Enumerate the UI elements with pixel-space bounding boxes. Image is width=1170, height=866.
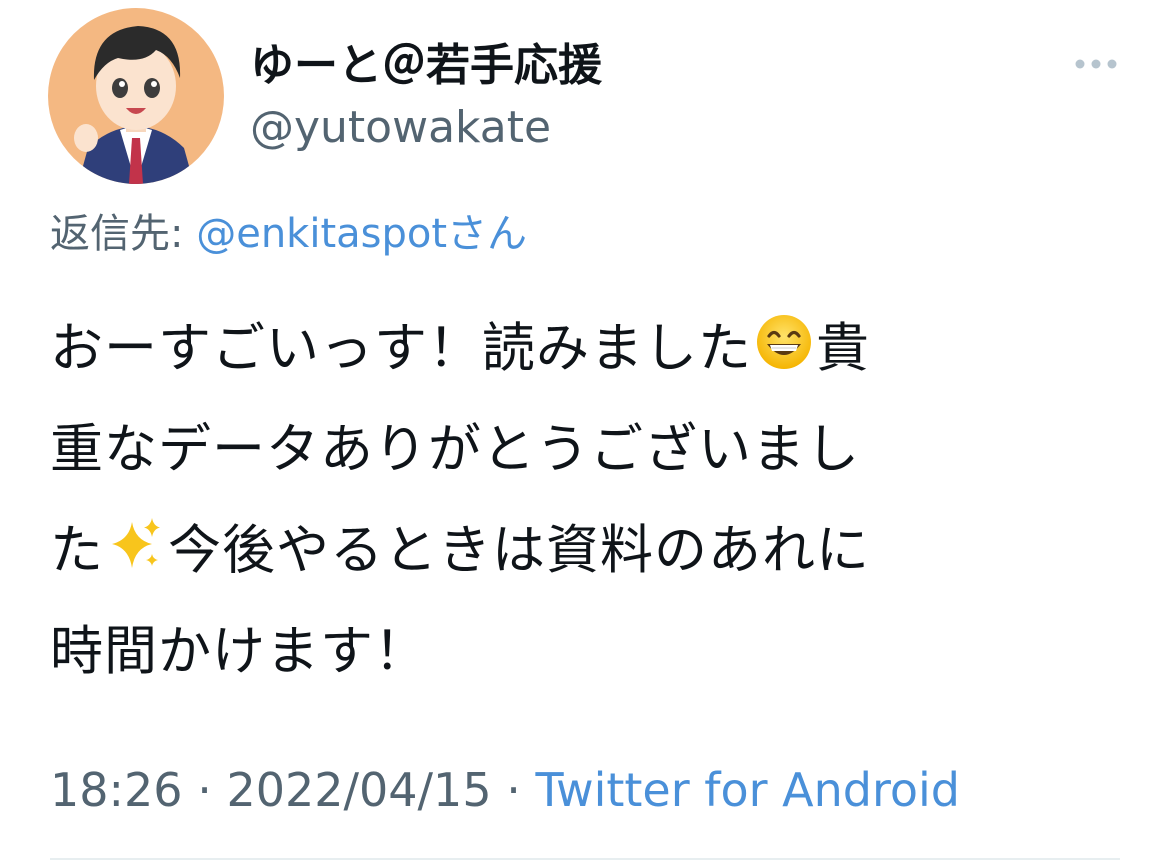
reply-context: 返信先: @enkitaspotさん bbox=[50, 206, 527, 262]
tweet-source-link[interactable]: Twitter for Android bbox=[535, 763, 960, 817]
reply-mention: @enkitaspot bbox=[196, 211, 448, 257]
tweet-text-segment: た bbox=[50, 520, 104, 581]
sparkles-icon bbox=[106, 514, 166, 574]
tweet-date[interactable]: 2022/04/15 bbox=[226, 763, 491, 817]
tweet-text-segment: 貴 bbox=[816, 318, 870, 379]
divider bbox=[50, 858, 1120, 860]
tweet-text: おーすごいっす！読みました 貴 重なデータありがとうございまし た 今後やるとき… bbox=[50, 298, 1090, 702]
more-horizontal-icon bbox=[1075, 59, 1117, 69]
tweet-meta: 18:26 · 2022/04/15 · Twitter for Android bbox=[50, 760, 960, 820]
meta-separator: · bbox=[491, 763, 536, 817]
display-name[interactable]: ゆーと＠若手応援 bbox=[250, 36, 602, 96]
avatar[interactable] bbox=[48, 8, 224, 184]
reply-mention-link[interactable]: @enkitaspotさん bbox=[196, 211, 527, 257]
reply-prefix: 返信先: bbox=[50, 211, 197, 257]
meta-separator: · bbox=[182, 763, 227, 817]
tweet-text-segment: おーすごいっす！読みました bbox=[50, 318, 752, 379]
tweet-text-segment: 今後やるときは資料のあれに bbox=[168, 520, 870, 581]
tweet-line-3: た 今後やるときは資料のあれに bbox=[50, 500, 1090, 601]
tweet-line-1: おーすごいっす！読みました 貴 bbox=[50, 298, 1090, 399]
grinning-face-icon bbox=[754, 312, 814, 372]
user-handle[interactable]: @yutowakate bbox=[250, 98, 551, 158]
tweet-line-4: 時間かけます！ bbox=[50, 621, 428, 682]
avatar-illustration bbox=[48, 8, 224, 184]
more-button[interactable] bbox=[1070, 48, 1122, 80]
tweet-line-2: 重なデータありがとうございまし bbox=[50, 419, 860, 480]
tweet-time[interactable]: 18:26 bbox=[50, 763, 183, 817]
reply-suffix: さん bbox=[447, 211, 528, 257]
